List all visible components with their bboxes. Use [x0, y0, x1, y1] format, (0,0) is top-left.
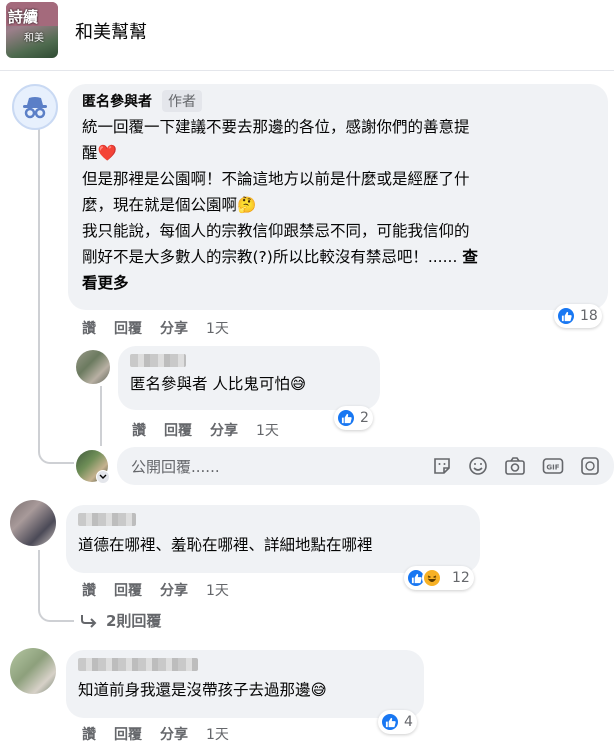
see-more-link[interactable]: 看更多 [82, 270, 594, 296]
comment-author[interactable]: 匿名參與者 [82, 91, 152, 111]
comment-actions: 讚 回覆 分享 1天 [82, 580, 229, 600]
comment-bubble: 知道前身我還是沒帶孩子去過那邊😅 [66, 650, 424, 718]
anonymous-icon [23, 97, 47, 119]
like-button[interactable]: 讚 [82, 318, 96, 338]
timestamp[interactable]: 1天 [206, 318, 229, 338]
reaction-count: 12 [452, 570, 470, 586]
author-badge: 作者 [162, 90, 202, 112]
view-replies-link[interactable]: 2則回覆 [80, 610, 161, 631]
sticker-icon[interactable] [432, 456, 452, 476]
like-icon [336, 408, 356, 428]
reply-button[interactable]: 回覆 [114, 580, 142, 600]
camera-icon[interactable] [504, 456, 526, 476]
group-avatar-subtext: 和美 [24, 33, 44, 44]
group-header: 詩續 和美 和美幫幫 [0, 0, 614, 62]
comment-author[interactable] [130, 354, 186, 367]
haha-icon [422, 568, 442, 588]
reaction-summary[interactable]: 12 [404, 566, 474, 590]
thread-line [38, 550, 40, 600]
reply-button[interactable]: 回覆 [164, 420, 192, 440]
comment-author[interactable] [78, 658, 198, 671]
reaction-summary[interactable]: 4 [378, 710, 417, 734]
reaction-summary[interactable]: 2 [334, 406, 373, 430]
reaction-count: 2 [360, 410, 369, 426]
comment-bubble: 匿名參與者 人比鬼可怕😅 [118, 346, 380, 410]
reaction-count: 18 [580, 308, 598, 324]
timestamp[interactable]: 1天 [206, 724, 229, 744]
reply-button[interactable]: 回覆 [114, 724, 142, 744]
group-name[interactable]: 和美幫幫 [75, 18, 147, 44]
commenter-avatar[interactable] [10, 500, 56, 546]
see-more-link[interactable]: 查 [462, 248, 478, 266]
comment-actions: 讚 回覆 分享 1天 [132, 420, 279, 440]
anonymous-avatar[interactable] [12, 84, 58, 130]
like-icon [380, 712, 400, 732]
comment-bubble: 道德在哪裡、羞恥在哪裡、詳細地點在哪裡 [66, 505, 480, 573]
thread-line [100, 386, 102, 446]
reaction-summary[interactable]: 18 [554, 304, 602, 328]
gif-icon[interactable]: GIF [542, 456, 564, 476]
timestamp[interactable]: 1天 [256, 420, 279, 440]
reply-input[interactable]: 公開回覆...... GIF [117, 447, 614, 485]
share-button[interactable]: 分享 [210, 420, 238, 440]
comment-line: 剛好不是大多數人的宗教(?)所以比較沒有禁忌吧！...... 查 [82, 248, 478, 266]
like-button[interactable]: 讚 [132, 420, 146, 440]
thread-connector [38, 440, 74, 464]
svg-text:GIF: GIF [546, 464, 559, 472]
comment-text: 匿名參與者 人比鬼可怕😅 [130, 375, 307, 393]
commenter-avatar[interactable] [10, 648, 56, 694]
reply-button[interactable]: 回覆 [114, 318, 142, 338]
commenter-avatar[interactable] [76, 350, 110, 384]
comment-actions: 讚 回覆 分享 1天 [82, 318, 229, 338]
like-button[interactable]: 讚 [82, 580, 96, 600]
thread-connector [38, 600, 74, 622]
reaction-count: 4 [404, 714, 413, 730]
group-avatar[interactable]: 詩續 和美 [6, 2, 58, 58]
comment-line: 麼，現在就是個公園啊🤔 [82, 196, 257, 214]
comment-actions: 讚 回覆 分享 1天 [82, 724, 229, 744]
emoji-icon[interactable] [468, 456, 488, 476]
comment-text: 統一回覆一下建議不要去那邊的各位，感謝你們的善意提 醒❤️ 但是那裡是公園啊！不… [82, 114, 594, 296]
comment-line: 統一回覆一下建議不要去那邊的各位，感謝你們的善意提 [82, 118, 470, 136]
timestamp[interactable]: 1天 [206, 580, 229, 600]
share-button[interactable]: 分享 [160, 724, 188, 744]
header-divider [0, 70, 614, 71]
comment-text: 知道前身我還是沒帶孩子去過那邊😅 [78, 681, 327, 699]
reply-placeholder: 公開回覆...... [131, 457, 220, 476]
like-icon [556, 306, 576, 326]
group-avatar-text: 詩續 [8, 8, 39, 26]
thread-connector [38, 340, 74, 370]
comment-text: 道德在哪裡、羞恥在哪裡、詳細地點在哪裡 [78, 536, 373, 554]
comment-author[interactable] [78, 513, 136, 526]
thread-line [38, 126, 40, 446]
chevron-down-icon[interactable] [96, 470, 110, 484]
like-button[interactable]: 讚 [82, 724, 96, 744]
comment-line: 醒❤️ [82, 144, 117, 162]
reply-arrow-icon [81, 614, 97, 628]
comment-bubble: 匿名參與者 作者 統一回覆一下建議不要去那邊的各位，感謝你們的善意提 醒❤️ 但… [68, 84, 608, 310]
share-button[interactable]: 分享 [160, 580, 188, 600]
view-replies-label: 2則回覆 [106, 612, 162, 630]
share-button[interactable]: 分享 [160, 318, 188, 338]
sticker-icon[interactable] [580, 456, 600, 476]
comment-line: 但是那裡是公園啊！不論這地方以前是什麼或是經歷了什 [82, 170, 470, 188]
comment-line: 我只能說，每個人的宗教信仰跟禁忌不同，可能我信仰的 [82, 222, 470, 240]
